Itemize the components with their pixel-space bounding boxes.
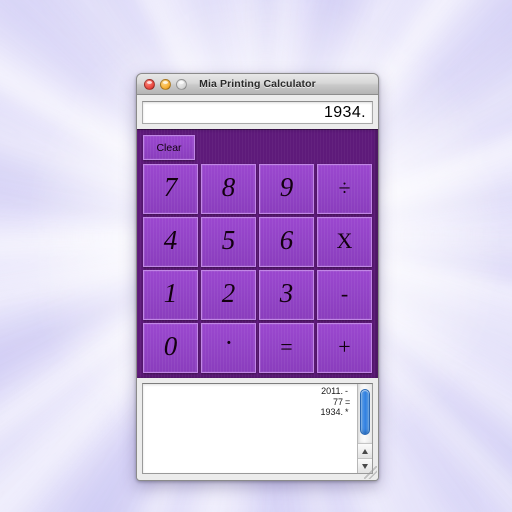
- display-value: 1934.: [323, 103, 366, 121]
- tape-line: 1934. *: [147, 407, 353, 418]
- tape-line-operator: *: [345, 407, 349, 417]
- clear-row: Clear: [141, 132, 374, 162]
- key-3[interactable]: 3: [259, 270, 314, 320]
- key-8[interactable]: 8: [201, 164, 256, 214]
- scroll-down-arrow-icon[interactable]: [358, 458, 372, 473]
- tape-line-value: 1934.: [320, 407, 343, 417]
- minimize-button[interactable]: [160, 78, 171, 90]
- window-titlebar[interactable]: Mia Printing Calculator: [137, 74, 378, 95]
- zoom-button[interactable]: [176, 78, 187, 90]
- display-field[interactable]: 1934.: [142, 101, 373, 124]
- key-decimal[interactable]: ·: [201, 323, 256, 373]
- scrollbar-track[interactable]: [358, 384, 372, 443]
- key-equals[interactable]: =: [259, 323, 314, 373]
- tape-printout[interactable]: 2011. -77 = 1934. *: [142, 383, 373, 474]
- tape-line-operator: -: [345, 386, 348, 396]
- display-area: 1934.: [137, 95, 378, 129]
- tape-scrollbar[interactable]: [357, 384, 372, 473]
- key-4[interactable]: 4: [143, 217, 198, 267]
- tape-line-operator: =: [345, 396, 351, 407]
- tape-lines: 2011. -77 = 1934. *: [143, 384, 357, 473]
- tape-line-value: 2011.: [321, 386, 343, 396]
- key-0[interactable]: 0: [143, 323, 198, 373]
- key-9[interactable]: 9: [259, 164, 314, 214]
- key-subtract[interactable]: -: [317, 270, 372, 320]
- clear-button[interactable]: Clear: [143, 135, 195, 160]
- key-multiply[interactable]: X: [317, 217, 372, 267]
- tape-line-value: 77: [332, 396, 343, 407]
- calculator-window[interactable]: Mia Printing Calculator 1934. Clear 7 8 9 ÷…: [136, 73, 379, 481]
- key-5[interactable]: 5: [201, 217, 256, 267]
- close-button[interactable]: [144, 78, 155, 90]
- key-1[interactable]: 1: [143, 270, 198, 320]
- tape-area: 2011. -77 = 1934. *: [137, 378, 378, 480]
- tape-line: 77 =: [147, 397, 353, 408]
- key-7[interactable]: 7: [143, 164, 198, 214]
- scroll-up-arrow-icon[interactable]: [358, 443, 372, 458]
- window-controls: [137, 78, 187, 90]
- key-2[interactable]: 2: [201, 270, 256, 320]
- keypad-panel: Clear 7 8 9 ÷ 4 5 6 X 1 2 3- 0 · = +: [137, 129, 378, 378]
- keypad-grid: 7 8 9 ÷ 4 5 6 X 1 2 3- 0 · = +: [141, 162, 374, 373]
- scrollbar-thumb[interactable]: [360, 389, 370, 435]
- key-divide[interactable]: ÷: [317, 164, 372, 214]
- key-add[interactable]: +: [317, 323, 372, 373]
- tape-line: 2011. -: [147, 386, 353, 397]
- key-6[interactable]: 6: [259, 217, 314, 267]
